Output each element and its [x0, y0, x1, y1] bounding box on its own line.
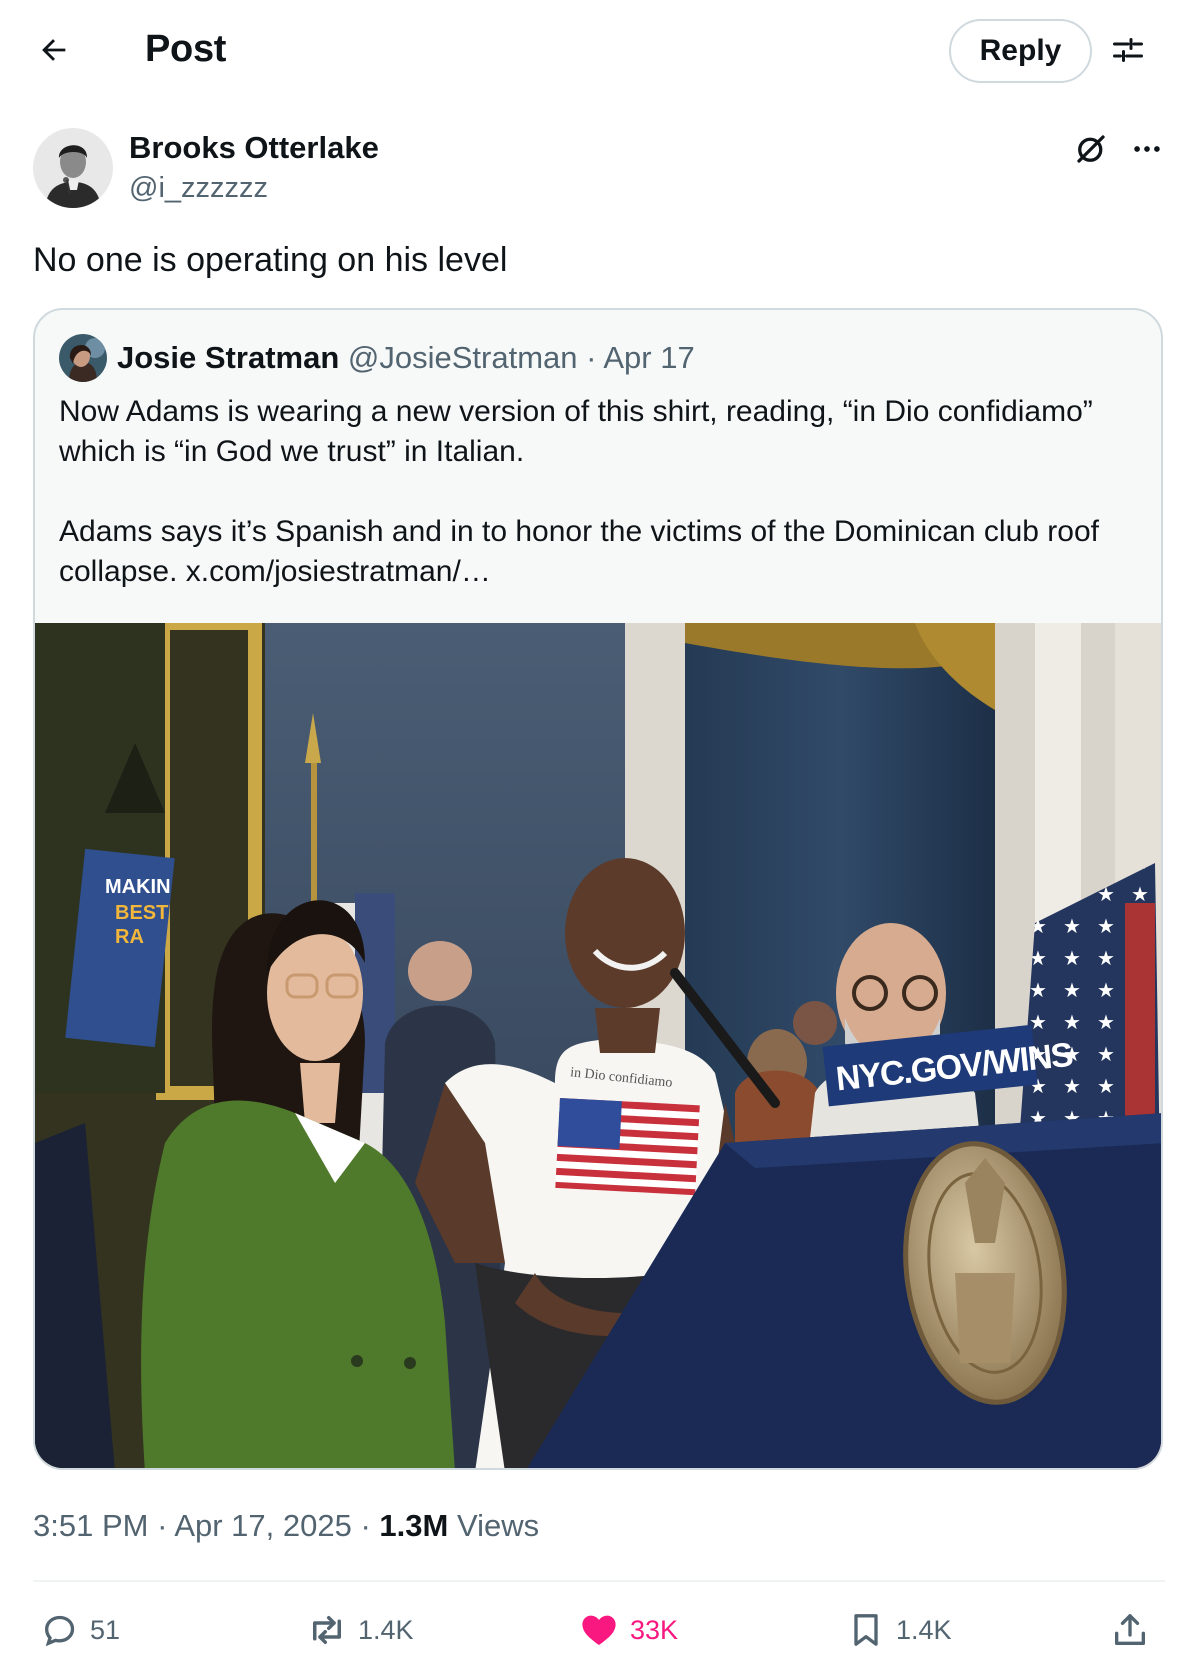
grok-icon [1077, 135, 1105, 163]
heart-icon [582, 1615, 616, 1646]
page-title: Post [145, 28, 227, 70]
separator-dot: · [360, 1508, 371, 1543]
share-icon [1115, 1614, 1145, 1645]
more-options-button[interactable] [1124, 126, 1170, 172]
separator-dot: · [586, 340, 597, 375]
quote-photo[interactable]: ★ MAKIN BEST RA [35, 616, 1161, 1468]
quote-date[interactable]: Apr 17 [603, 340, 694, 375]
quote-header: Josie Stratman @JosieStratman · Apr 17 [117, 340, 695, 376]
sign-text: MAKIN [105, 876, 171, 898]
bookmark-count: 1.4K [896, 1614, 952, 1645]
sign-text: BEST [115, 902, 168, 924]
reply-action[interactable]: 51 [40, 1604, 120, 1656]
reply-button[interactable]: Reply [949, 19, 1092, 83]
back-button[interactable] [30, 26, 78, 74]
adjust-button[interactable] [1106, 28, 1150, 72]
more-icon [1134, 146, 1160, 152]
reply-count: 51 [90, 1614, 121, 1645]
share-action[interactable] [1110, 1604, 1150, 1656]
like-action[interactable]: 33K [578, 1604, 678, 1656]
author-avatar[interactable] [33, 128, 113, 208]
views-label: Views [456, 1508, 540, 1543]
repost-count: 1.4K [358, 1614, 414, 1645]
quote-paragraph: Adams says it’s Spanish and in to honor … [59, 515, 1099, 588]
adjust-icon [1113, 38, 1143, 62]
author-name[interactable]: Brooks Otterlake [129, 130, 379, 166]
quote-author-handle[interactable]: @JosieStratman [348, 340, 578, 375]
press-conference-photo: ★ MAKIN BEST RA [35, 616, 1161, 1468]
sign-text: RA [115, 926, 144, 948]
bookmark-icon [854, 1614, 878, 1646]
quote-spacer [59, 472, 1149, 512]
quote-text: Now Adams is wearing a new version of th… [59, 392, 1149, 592]
quote-paragraph: Now Adams is wearing a new version of th… [59, 395, 1093, 468]
post-header: Post Reply [0, 0, 1198, 104]
post-meta: 3:51 PM · Apr 17, 2025 · 1.3M Views [33, 1508, 539, 1544]
repost-action[interactable]: 1.4K [306, 1604, 414, 1656]
views-count: 1.3M [379, 1508, 449, 1543]
back-arrow-icon [42, 39, 66, 61]
like-count: 33K [630, 1614, 679, 1645]
reply-icon [44, 1615, 75, 1647]
quote-author-avatar [59, 334, 107, 382]
divider [33, 1580, 1165, 1582]
post-time[interactable]: 3:51 PM [33, 1508, 148, 1543]
post-text: No one is operating on his level [33, 241, 508, 279]
quoted-post[interactable]: Josie Stratman @JosieStratman · Apr 17 N… [33, 308, 1163, 1470]
author-handle[interactable]: @i_zzzzzz [129, 172, 268, 205]
grok-button[interactable] [1068, 126, 1114, 172]
post-date[interactable]: Apr 17, 2025 [174, 1508, 352, 1543]
separator-dot: · [157, 1508, 168, 1543]
bookmark-action[interactable]: 1.4K [846, 1604, 952, 1656]
repost-icon [313, 1616, 341, 1644]
quote-author-name[interactable]: Josie Stratman [117, 340, 339, 375]
